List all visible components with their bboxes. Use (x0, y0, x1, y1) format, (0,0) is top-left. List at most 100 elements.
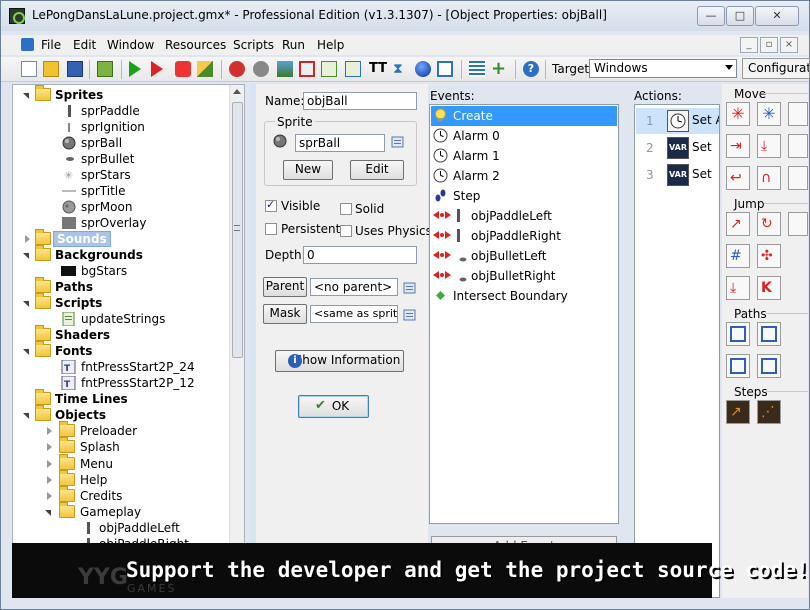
jump-start-button[interactable]: ↻ (757, 212, 781, 236)
stop-icon[interactable] (175, 61, 191, 77)
parent-button[interactable]: Parent (263, 277, 307, 297)
collapse-icon[interactable] (23, 253, 29, 259)
add-extension-icon[interactable]: + (491, 60, 507, 78)
create-executable-icon[interactable] (97, 61, 113, 77)
wrap-screen-button[interactable]: ✣ (757, 244, 781, 268)
step-towards-button[interactable]: ↗ (726, 400, 750, 424)
close-button[interactable]: ✕ (755, 6, 799, 26)
step-avoiding-button[interactable]: ⋰ (757, 400, 781, 424)
friction-button[interactable] (788, 166, 808, 190)
move-free-button[interactable]: ✳ (757, 102, 781, 126)
save-icon[interactable] (67, 61, 83, 77)
path-speed-button[interactable] (757, 354, 781, 378)
gravity-button[interactable] (788, 134, 808, 158)
configuration-button[interactable]: Configuration (742, 58, 810, 79)
set-path-button[interactable] (726, 322, 750, 346)
collapse-icon[interactable] (23, 93, 29, 99)
parent-menu-icon[interactable] (403, 281, 419, 297)
event-alarm-2[interactable]: Alarm 2 (431, 166, 617, 186)
end-path-button[interactable] (757, 322, 781, 346)
ok-button[interactable]: ✔ OK (298, 395, 369, 418)
move-fixed-button[interactable]: ✳ (726, 102, 750, 126)
event-intersect-boundary[interactable]: Intersect Boundary (431, 286, 617, 306)
action-row[interactable]: 2 VAR Set (636, 135, 719, 161)
bounce-button[interactable]: K (757, 276, 781, 300)
menu-scripts[interactable]: Scripts (233, 38, 274, 52)
solid-checkbox[interactable] (340, 203, 352, 215)
visible-checkbox[interactable] (265, 198, 277, 212)
event-collision-paddle-right[interactable]: objPaddleRight (431, 226, 617, 246)
tree-scrollbar[interactable] (229, 85, 244, 597)
action-row[interactable]: 3 VAR Set (636, 162, 719, 188)
help-icon[interactable]: ? (523, 61, 539, 77)
actions-list[interactable]: 1 Set A 2 VAR Set 3 VAR Set (634, 104, 720, 598)
show-information-button[interactable]: i Show Information (275, 350, 404, 372)
path-position-button[interactable] (726, 354, 750, 378)
open-folder-icon[interactable] (43, 61, 59, 77)
event-collision-paddle-left[interactable]: objPaddleLeft (431, 206, 617, 226)
sprite-select[interactable]: sprBall (295, 134, 385, 152)
create-object-icon[interactable] (415, 61, 431, 77)
expand-icon[interactable] (47, 492, 52, 500)
menu-file[interactable]: File (41, 38, 61, 52)
expand-icon[interactable] (47, 476, 52, 484)
maximize-button[interactable]: □ (726, 6, 754, 26)
collapse-icon[interactable] (23, 413, 29, 419)
mask-menu-icon[interactable] (403, 308, 419, 324)
event-alarm-0[interactable]: Alarm 0 (431, 126, 617, 146)
document-icon[interactable] (21, 38, 34, 51)
collapse-icon[interactable] (23, 301, 29, 307)
persistent-checkbox[interactable] (265, 223, 277, 235)
create-sound-icon[interactable] (253, 61, 269, 77)
name-input[interactable]: objBall (303, 92, 417, 110)
scroll-up-icon[interactable] (233, 89, 241, 94)
menu-resources[interactable]: Resources (165, 38, 226, 52)
edit-sprite-button[interactable]: Edit (350, 160, 404, 180)
collapse-icon[interactable] (23, 349, 29, 355)
speed-vertical-button[interactable]: ⤓ (757, 134, 781, 158)
speed-horizontal-button[interactable]: ⇥ (726, 134, 750, 158)
child-restore-button[interactable]: ▫ (760, 37, 778, 53)
run-icon[interactable] (129, 61, 141, 77)
target-select[interactable]: Windows (589, 59, 737, 78)
move-contact-button[interactable]: ⤓ (726, 276, 750, 300)
menu-edit[interactable]: Edit (73, 38, 96, 52)
event-alarm-1[interactable]: Alarm 1 (431, 146, 617, 166)
expand-icon[interactable] (47, 427, 52, 435)
expand-icon[interactable] (25, 235, 30, 243)
jump-position-button[interactable]: ↗ (726, 212, 750, 236)
action-row[interactable]: 1 Set A (636, 108, 719, 134)
resource-tree[interactable]: Sprites sprPaddle sprIgnition sprBall sp… (12, 84, 245, 598)
create-shader-icon[interactable] (345, 61, 361, 77)
new-sprite-button[interactable]: New (283, 160, 333, 180)
uses-physics-checkbox[interactable] (340, 225, 352, 237)
create-background-icon[interactable] (277, 61, 293, 77)
jump-random-button[interactable] (788, 212, 808, 236)
create-script-icon[interactable] (321, 61, 337, 77)
event-collision-bullet-left[interactable]: objBulletLeft (431, 246, 617, 266)
depth-input[interactable]: 0 (303, 246, 417, 264)
parent-select[interactable]: <no parent> (310, 278, 398, 296)
sprite-menu-icon[interactable] (391, 135, 407, 151)
event-step[interactable]: Step (431, 186, 617, 206)
mask-select[interactable]: <same as sprite> (310, 305, 398, 323)
child-close-button[interactable]: × (780, 37, 798, 53)
menu-help[interactable]: Help (317, 38, 344, 52)
expand-icon[interactable] (47, 443, 52, 451)
events-list[interactable]: Create Alarm 0 Alarm 1 Alarm 2 Step objP… (429, 104, 619, 524)
align-grid-button[interactable]: # (726, 244, 750, 268)
menu-run[interactable]: Run (282, 38, 305, 52)
create-sprite-icon[interactable] (229, 61, 245, 77)
game-settings-icon[interactable] (469, 61, 485, 77)
create-timeline-icon[interactable]: ⧗ (393, 61, 409, 77)
menu-window[interactable]: Window (107, 38, 154, 52)
create-path-icon[interactable] (299, 61, 315, 77)
collapse-icon[interactable] (45, 510, 51, 516)
event-create[interactable]: Create (431, 106, 617, 126)
expand-icon[interactable] (47, 460, 52, 468)
event-collision-bullet-right[interactable]: objBulletRight (431, 266, 617, 286)
new-project-icon[interactable] (21, 61, 37, 77)
mask-button[interactable]: Mask (263, 304, 307, 324)
reverse-horizontal-button[interactable]: ↩ (726, 166, 750, 190)
reverse-vertical-button[interactable]: ∩ (757, 166, 781, 190)
